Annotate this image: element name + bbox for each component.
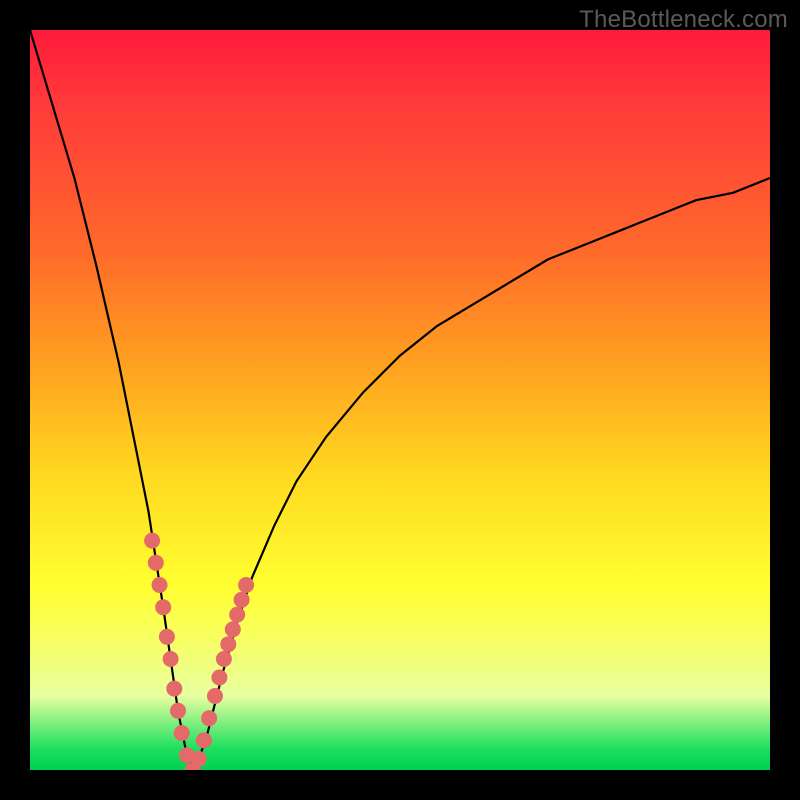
marker-dot	[234, 592, 250, 608]
marker-dot	[216, 651, 232, 667]
marker-dot	[196, 732, 212, 748]
marker-dot	[238, 577, 254, 593]
chart-svg	[30, 30, 770, 770]
outer-frame: TheBottleneck.com	[0, 0, 800, 800]
marker-dot	[201, 710, 217, 726]
marker-dot	[229, 607, 245, 623]
marker-dot	[207, 688, 223, 704]
marker-dot	[191, 751, 207, 767]
marker-dot	[144, 533, 160, 549]
watermark-text: TheBottleneck.com	[579, 6, 788, 34]
marker-dot	[211, 670, 227, 686]
marker-dot	[174, 725, 190, 741]
marker-dot	[152, 577, 168, 593]
marker-dot	[166, 681, 182, 697]
marker-dot	[220, 636, 236, 652]
plot-area	[30, 30, 770, 770]
marker-dot	[155, 599, 171, 615]
marker-dot	[163, 651, 179, 667]
marker-dot	[170, 703, 186, 719]
marker-dot	[159, 629, 175, 645]
bottleneck-curve	[30, 30, 770, 770]
marker-group	[144, 533, 254, 770]
marker-dot	[148, 555, 164, 571]
marker-dot	[225, 621, 241, 637]
